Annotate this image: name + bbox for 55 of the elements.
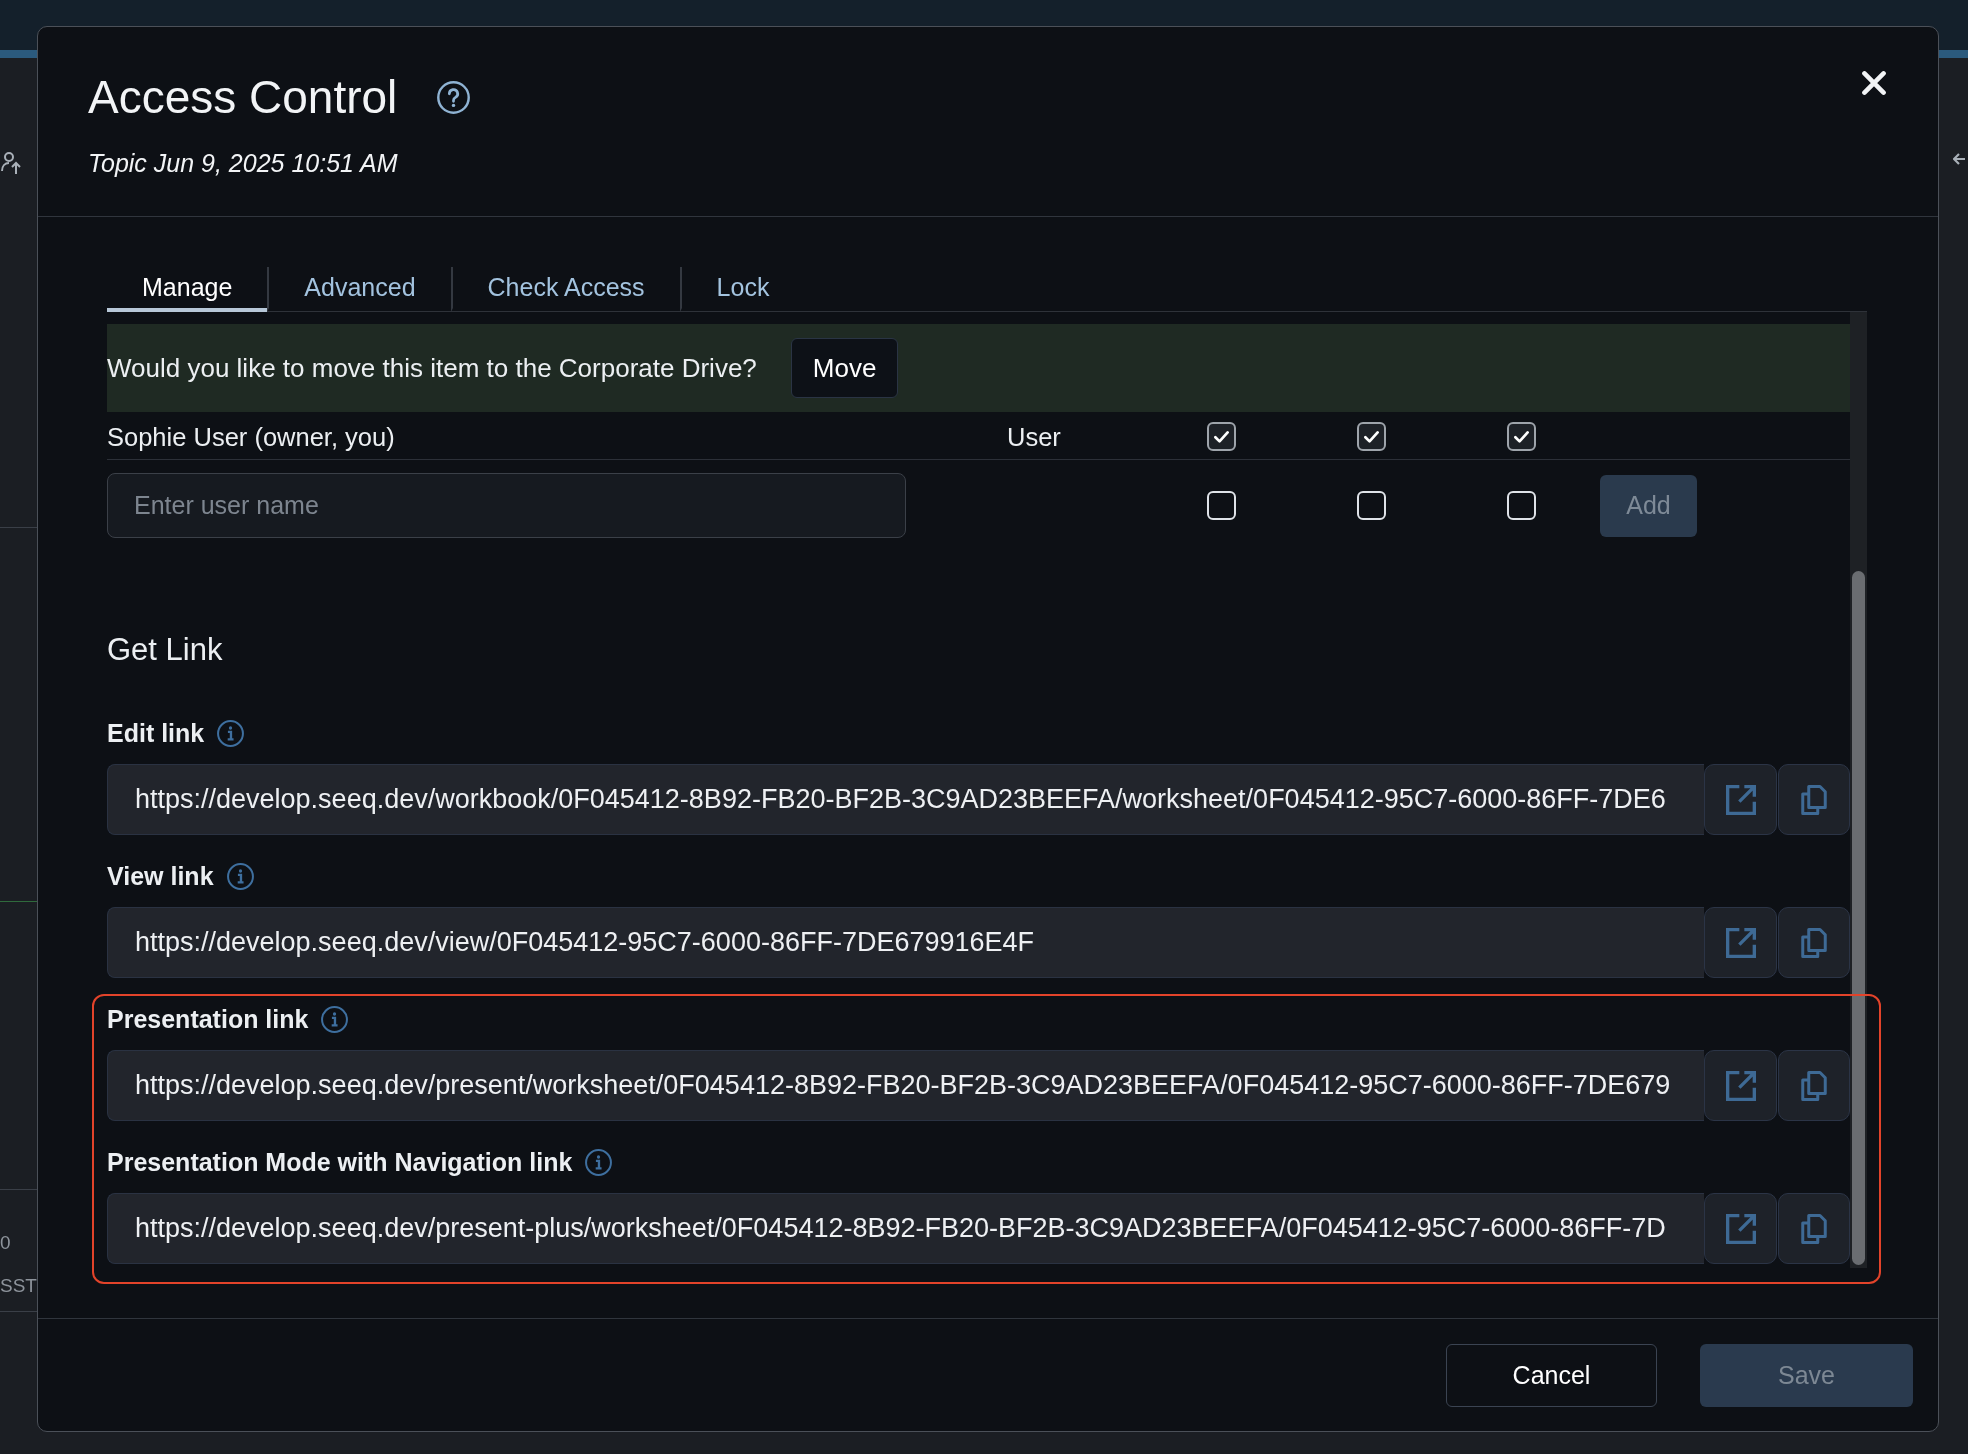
info-icon[interactable] (217, 719, 245, 747)
check-icon (1363, 430, 1379, 443)
field-label: View link (107, 861, 214, 891)
banner-message: Would you like to move this item to the Corporate Drive? (107, 353, 757, 383)
info-icon[interactable] (321, 1005, 349, 1033)
check-icon (1513, 430, 1529, 443)
dialog-title: Access Control (88, 71, 398, 123)
tab[interactable]: Advanced (267, 267, 451, 312)
copy-icon (1799, 927, 1829, 958)
tab[interactable]: Check Access (450, 267, 680, 312)
copy-link-button[interactable] (1778, 1193, 1850, 1264)
open-link-button[interactable] (1704, 1050, 1777, 1121)
open-link-button[interactable] (1704, 764, 1777, 835)
scrollbar[interactable] (1850, 312, 1867, 1268)
link-field[interactable]: https://develop.seeq.dev/view/0F045412-95C7-6000-86FF-7DE679916E4F (107, 907, 1704, 978)
link-field[interactable]: https://develop.seeq.dev/present/worksheet/0F045412-8B92-FB20-BF2B-3C9AD23BEEFA/0F045412-95C7-6000-86FF-7DE679 (107, 1050, 1704, 1121)
field-label: Presentation link (107, 1004, 309, 1034)
user-type: User (1007, 421, 1061, 452)
link-field[interactable]: https://develop.seeq.dev/workbook/0F045412-8B92-FB20-BF2B-3C9AD23BEEFA/worksheet/0F045412-95C7-6000-86FF-7DE6 (107, 764, 1704, 835)
panel-text: SST (0, 1274, 37, 1298)
external-link-icon (1725, 927, 1756, 958)
tab[interactable]: Lock (679, 267, 805, 312)
arrow-icon[interactable] (1953, 152, 1966, 166)
link-field[interactable]: https://develop.seeq.dev/present-plus/worksheet/0F045412-8B92-FB20-BF2B-3C9AD23BEEFA/0F045412-95C7-6000-86FF-7D (107, 1193, 1704, 1264)
section-heading: Get Link (107, 632, 224, 668)
copy-icon (1799, 1070, 1829, 1101)
checkbox[interactable] (1206, 422, 1236, 451)
cancel-button[interactable]: Cancel (1446, 1344, 1657, 1407)
close-icon[interactable] (1862, 71, 1886, 95)
external-link-icon (1725, 1213, 1756, 1244)
external-link-icon (1725, 784, 1756, 815)
info-icon[interactable] (585, 1148, 613, 1176)
dialog-subtitle: Topic Jun 9, 2025 10:51 AM (88, 148, 399, 178)
copy-icon (1799, 784, 1829, 815)
help-icon[interactable] (437, 80, 471, 114)
copy-link-button[interactable] (1778, 1050, 1850, 1121)
open-link-button[interactable] (1704, 907, 1777, 978)
external-link-icon (1725, 1070, 1756, 1101)
user-name-field[interactable]: Enter user name (107, 473, 906, 538)
copy-link-button[interactable] (1778, 907, 1850, 978)
check-icon (1213, 430, 1229, 443)
open-link-button[interactable] (1704, 1193, 1777, 1264)
info-icon[interactable] (226, 862, 254, 890)
tab[interactable]: Manage (107, 267, 268, 312)
field-label: Edit link (107, 718, 205, 748)
user-name: Sophie User (owner, you) (107, 421, 395, 452)
copy-link-button[interactable] (1778, 764, 1850, 835)
move-button[interactable]: Move (790, 338, 899, 398)
checkbox[interactable] (1506, 422, 1536, 451)
copy-icon (1799, 1213, 1829, 1244)
person-arrow-icon[interactable] (0, 150, 22, 175)
field-label: Presentation Mode with Navigation link (107, 1147, 573, 1177)
checkbox[interactable] (1356, 422, 1386, 451)
scrollbar-thumb[interactable] (1852, 571, 1865, 1265)
panel-text: 0 (0, 1231, 11, 1255)
